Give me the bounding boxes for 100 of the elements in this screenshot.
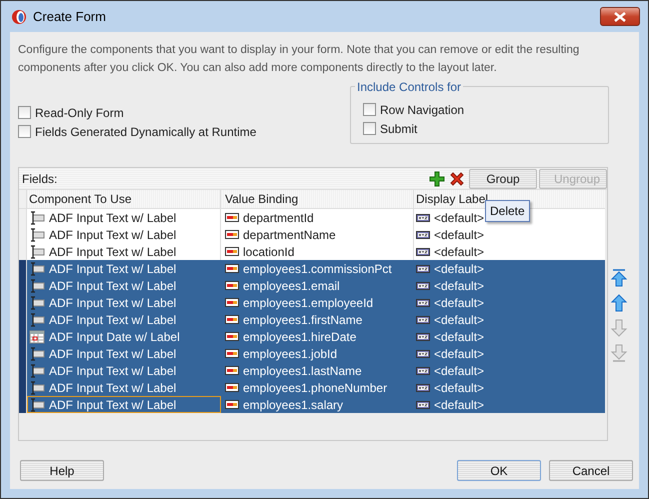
table-cell-text: ADF Input Text w/ Label [49,278,176,294]
close-icon [614,12,626,22]
table-cell-text: <default> [434,396,484,414]
app-logo-icon [11,8,27,24]
label-icon [416,230,430,238]
table-cell-text: <default> [434,346,484,362]
arrow-icon [610,318,628,337]
binding-icon [225,281,239,290]
arrow-icon [610,294,628,312]
table-cell-text: ADF Input Text w/ Label [49,312,176,328]
text-field-icon [29,278,45,292]
binding-icon [225,298,239,307]
table-cell-text: departmentId [243,210,314,226]
label-icon [416,366,430,374]
plus-icon [429,170,445,186]
fields-label: Fields: [22,170,58,188]
table-row[interactable]: ADF Input Date w/ Label employees1.hireDate <default> [19,328,605,345]
text-field-icon [29,244,45,258]
table-row[interactable]: ADF Input Text w/ Label departmentName <default> [19,226,605,243]
move-top-button[interactable] [610,268,628,286]
table-row[interactable]: ADF Input Text w/ Label employees1.email <default> [19,277,605,294]
binding-icon [225,247,239,256]
table-cell-text: departmentName [243,226,336,244]
table-cell-text: employees1.salary [243,396,344,414]
checkbox[interactable]: Row Navigation [363,101,596,120]
label-icon [416,214,430,222]
table-cell-text: ADF Input Text w/ Label [49,294,176,312]
table-cell-text: employees1.employeeId [243,294,374,312]
checkbox[interactable]: Fields Generated Dynamically at Runtime [18,123,256,142]
checkbox[interactable]: Submit [363,120,596,139]
table-cell-text: employees1.lastName [243,362,362,380]
text-field-icon [29,312,45,326]
table-row[interactable]: ADF Input Text w/ Label employees1.firstName <default> [19,311,605,328]
table-cell-text: <default> [434,244,484,260]
arrow-icon [610,268,628,287]
table-cell-text: ADF Input Text w/ Label [49,362,176,380]
tooltip: Delete [485,200,530,222]
label-icon [416,316,430,324]
close-button[interactable] [600,7,640,26]
text-field-icon [29,398,45,412]
table-cell-text: ADF Input Text w/ Label [49,396,176,414]
label-icon [416,384,430,392]
table-cell-text: <default> [434,362,484,380]
column-header[interactable]: Component To Use [27,190,221,208]
binding-icon [225,264,239,273]
table-row[interactable]: ADF Input Text w/ Label employees1.employeeId <default> [19,294,605,311]
dialog-button[interactable]: Cancel [549,460,633,481]
calendar-icon [29,330,45,344]
table-cell-text: employees1.hireDate [243,328,356,346]
table-cell-text: ADF Input Text w/ Label [49,380,176,396]
table-cell-text: <default> [434,380,484,396]
table-cell-text: <default> [434,260,484,278]
label-icon [416,400,430,408]
text-field-icon [29,228,45,242]
dialog-button[interactable]: OK [457,460,541,481]
text-field-icon [29,296,45,310]
move-up-button[interactable] [610,293,628,311]
delete-icon [449,170,465,186]
table-cell-text: employees1.email [243,278,340,294]
table-cell-text: <default> [434,226,484,244]
text-field-icon [29,364,45,378]
table-cell-text: employees1.phoneNumber [243,380,388,396]
binding-icon [225,366,239,375]
table-cell-text: <default> [434,294,484,312]
label-icon [416,298,430,306]
table-row[interactable]: ADF Input Text w/ Label employees1.phoneNumber <default> [19,379,605,396]
text-field-icon [29,380,45,394]
table-cell-text: locationId [243,244,294,260]
table-cell-text: ADF Input Text w/ Label [49,210,176,226]
description-text: Configure the components that you want to display in your form. Note that you can remove or edit the resulting components after you click OK. You can also add more components directly to the layout later. [18,43,580,76]
table-cell-text: <default> [434,312,484,328]
label-icon [416,248,430,256]
table-cell-text: <default> [434,278,484,294]
table-cell-text: ADF Input Date w/ Label [49,328,180,346]
binding-icon [225,349,239,358]
label-icon [416,282,430,290]
table-cell-text: employees1.firstName [243,312,362,328]
text-field-icon [29,262,45,276]
binding-icon [225,332,239,341]
binding-icon [225,315,239,324]
dialog-button[interactable]: Help [20,460,104,481]
label-icon [416,350,430,358]
table-cell-text: ADF Input Text w/ Label [49,346,176,362]
table-row[interactable]: ADF Input Text w/ Label employees1.commissionPct <default> [19,260,605,277]
binding-icon [225,230,239,239]
group-button[interactable]: Group [469,168,537,188]
table-cell-text: ADF Input Text w/ Label [49,226,176,244]
column-header[interactable]: Value Binding [221,190,414,208]
add-button[interactable] [427,168,447,188]
arrow-icon [610,344,628,362]
binding-icon [225,400,239,409]
table-row[interactable]: ADF Input Text w/ Label employees1.salary <default> [19,396,605,413]
label-icon [416,264,430,272]
table-cell-text: employees1.commissionPct [243,260,392,278]
table-row[interactable]: ADF Input Text w/ Label employees1.jobId <default> [19,345,605,362]
binding-icon [225,213,239,222]
binding-icon [225,383,239,392]
label-icon [416,332,430,340]
table-row[interactable]: ADF Input Text w/ Label employees1.lastName <default> [19,362,605,379]
checkbox[interactable]: Read-Only Form [18,104,256,123]
